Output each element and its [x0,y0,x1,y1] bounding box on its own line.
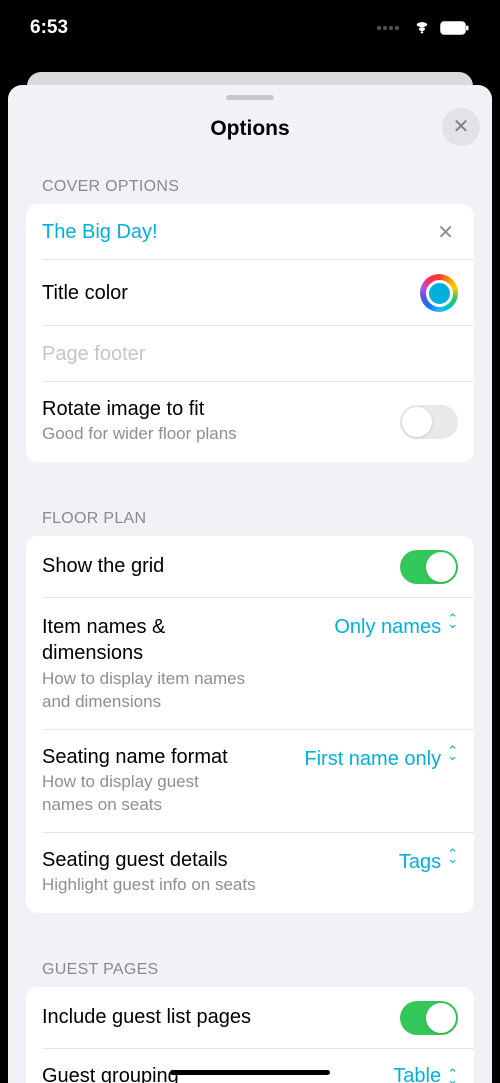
close-icon: ✕ [453,117,470,137]
item-names-value: Only names [334,616,441,639]
chevron-up-down-icon: ⌃⌄ [447,616,458,626]
chevron-up-down-icon: ⌃⌄ [447,748,458,758]
item-names-subtitle: How to display item names and dimensions [42,668,262,714]
guest-grouping-picker[interactable]: Table ⌃⌄ [393,1065,458,1083]
color-picker-icon[interactable] [420,274,458,312]
toggle-knob [402,407,432,437]
page-footer-placeholder: Page footer [42,343,145,366]
guest-grouping-value: Table [393,1065,441,1083]
close-button[interactable]: ✕ [442,108,480,146]
item-names-content: Item names & dimensions How to display i… [42,614,334,714]
seating-guest-details-subtitle: Highlight guest info on seats [42,874,322,897]
title-color-label: Title color [42,282,128,305]
status-bar: 6:53 [0,0,500,55]
sheet-header: Options ✕ [8,108,492,150]
section-guest-pages: Include guest list pages Guest grouping … [26,987,474,1083]
toggle-knob [426,1003,456,1033]
rotate-image-content: Rotate image to fit Good for wider floor… [42,398,400,446]
cover-title-value: The Big Day! [42,221,158,244]
row-seating-guest-details[interactable]: Seating guest details Highlight guest in… [26,833,474,913]
seating-name-format-content: Seating name format How to display guest… [42,746,304,817]
section-header-cover: Cover Options [8,168,492,204]
toggle-knob [426,552,456,582]
row-seating-name-format[interactable]: Seating name format How to display guest… [26,730,474,833]
options-sheet: Options ✕ Cover Options The Big Day! ✕ T… [8,85,492,1083]
row-item-names[interactable]: Item names & dimensions How to display i… [26,598,474,730]
rotate-image-label: Rotate image to fit [42,398,400,421]
seating-name-format-picker[interactable]: First name only ⌃⌄ [304,746,458,771]
status-icons [377,20,470,35]
include-guest-list-label: Include guest list pages [42,1006,251,1029]
row-page-footer[interactable]: Page footer [26,326,474,382]
cell-signal-icon [377,26,399,30]
seating-name-format-subtitle: How to display guest names on seats [42,771,242,817]
seating-guest-details-picker[interactable]: Tags ⌃⌄ [399,849,458,874]
row-include-guest-list: Include guest list pages [26,987,474,1049]
battery-icon [440,21,470,35]
status-time: 6:53 [30,17,68,39]
clear-title-button[interactable]: ✕ [433,220,458,245]
section-cover: The Big Day! ✕ Title color Page footer R… [26,204,474,462]
row-show-grid: Show the grid [26,536,474,598]
show-grid-label: Show the grid [42,555,164,578]
selected-color-swatch [426,280,453,307]
rotate-image-toggle[interactable] [400,405,458,439]
seating-name-format-value: First name only [304,748,441,771]
row-title-color[interactable]: Title color [26,260,474,326]
show-grid-toggle[interactable] [400,550,458,584]
seating-guest-details-content: Seating guest details Highlight guest in… [42,849,399,897]
seating-guest-details-label: Seating guest details [42,849,399,872]
sheet-title: Options [210,117,289,141]
section-header-guest-pages: Guest Pages [8,951,492,987]
seating-name-format-label: Seating name format [42,746,304,769]
row-guest-grouping[interactable]: Guest grouping Table ⌃⌄ [26,1049,474,1083]
rotate-image-subtitle: Good for wider floor plans [42,423,322,446]
chevron-up-down-icon: ⌃⌄ [447,1071,458,1081]
row-rotate-image: Rotate image to fit Good for wider floor… [26,382,474,462]
section-floor-plan: Show the grid Item names & dimensions Ho… [26,536,474,913]
seating-guest-details-value: Tags [399,851,441,874]
item-names-picker[interactable]: Only names ⌃⌄ [334,614,458,639]
wifi-icon [412,20,432,35]
guest-grouping-label: Guest grouping [42,1065,179,1083]
chevron-up-down-icon: ⌃⌄ [447,851,458,861]
section-header-floor-plan: Floor Plan [8,500,492,536]
item-names-label: Item names & dimensions [42,614,222,666]
sheet-grabber[interactable] [226,95,274,100]
row-cover-title[interactable]: The Big Day! ✕ [26,204,474,260]
include-guest-list-toggle[interactable] [400,1001,458,1035]
home-indicator[interactable] [170,1070,330,1075]
